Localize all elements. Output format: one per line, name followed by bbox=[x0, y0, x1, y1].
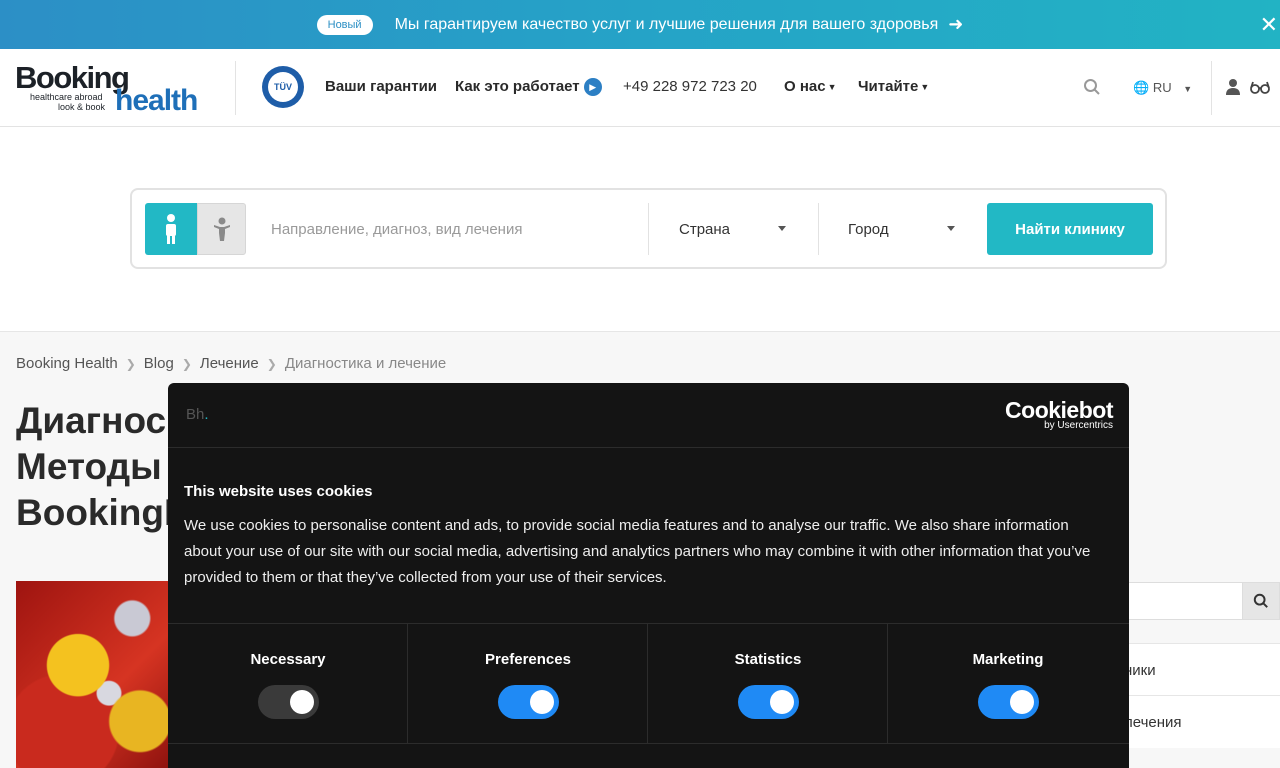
child-toggle-button[interactable] bbox=[197, 203, 246, 255]
search-divider bbox=[818, 203, 819, 255]
dialog-divider bbox=[168, 743, 1129, 744]
toggle-knob bbox=[530, 690, 554, 714]
play-icon: ▶ bbox=[583, 78, 602, 97]
globe-icon: 🌐 bbox=[1133, 80, 1150, 95]
adult-icon bbox=[166, 214, 176, 244]
preferences-toggle[interactable] bbox=[498, 685, 559, 719]
close-icon[interactable]: ✕ bbox=[1260, 12, 1278, 38]
page-title: Диагнос Методы BookingH bbox=[16, 398, 176, 536]
city-caret-icon[interactable] bbox=[947, 226, 955, 231]
chevron-right-icon: ❯ bbox=[181, 357, 192, 371]
marketing-toggle[interactable] bbox=[978, 685, 1039, 719]
statistics-toggle[interactable] bbox=[738, 685, 799, 719]
header-divider-right bbox=[1211, 61, 1212, 115]
page-title-line-1: Диагнос bbox=[16, 400, 167, 441]
logo-health-text: health bbox=[115, 84, 198, 117]
logo-tagline-1: healthcare abroad bbox=[30, 92, 103, 102]
sidebar-item-treatment[interactable]: лечения bbox=[1124, 695, 1280, 748]
city-select[interactable]: Город bbox=[848, 203, 889, 255]
header-divider bbox=[235, 61, 236, 115]
category-label: Statistics bbox=[734, 651, 802, 668]
chevron-right-icon: ❯ bbox=[266, 357, 277, 371]
logo-tagline-2: look & book bbox=[58, 102, 106, 112]
caret-down-icon: ▼ bbox=[920, 82, 930, 93]
breadcrumb-current: Диагностика и лечение bbox=[284, 355, 447, 372]
nav-read[interactable]: Читайте ▼ bbox=[858, 78, 929, 95]
arrow-right-icon[interactable]: ➜ bbox=[948, 14, 963, 35]
category-statistics: Statistics bbox=[648, 624, 888, 744]
nav-how-it-works[interactable]: Как это работает ▶ bbox=[455, 78, 602, 97]
breadcrumb: Booking Health ❯ Blog ❯ Лечение ❯ Диагностика … bbox=[16, 355, 446, 372]
adult-toggle-button[interactable] bbox=[145, 203, 197, 255]
new-badge: Новый bbox=[316, 14, 373, 35]
nav-guarantees[interactable]: Ваши гарантии bbox=[325, 78, 437, 95]
category-marketing: Marketing bbox=[888, 624, 1128, 744]
page-title-line-2: Методы bbox=[16, 446, 162, 487]
search-divider bbox=[648, 203, 649, 255]
tuv-seal-text: TÜV bbox=[268, 72, 298, 102]
search-icon bbox=[1253, 593, 1268, 608]
find-clinic-button[interactable]: Найти клинику bbox=[987, 203, 1153, 255]
category-preferences: Preferences bbox=[408, 624, 648, 744]
city-select-label: Город bbox=[848, 220, 889, 238]
diagnosis-search-input[interactable] bbox=[256, 203, 646, 255]
page-title-line-3: BookingH bbox=[16, 492, 176, 533]
country-select[interactable]: Страна bbox=[679, 203, 730, 255]
cookie-description: We use cookies to personalise content an… bbox=[184, 517, 1091, 586]
chevron-right-icon: ❯ bbox=[125, 357, 136, 371]
breadcrumb-home[interactable]: Booking Health bbox=[16, 355, 118, 372]
child-icon bbox=[213, 217, 230, 241]
breadcrumb-blog[interactable]: Blog bbox=[144, 355, 174, 372]
clinic-search-section: Страна Город Найти клинику bbox=[0, 127, 1280, 332]
glasses-icon[interactable] bbox=[1250, 80, 1270, 94]
user-icon[interactable] bbox=[1226, 78, 1240, 96]
article-image bbox=[16, 581, 171, 768]
category-label: Necessary bbox=[250, 651, 326, 668]
site-logo-dot: . bbox=[204, 406, 209, 423]
caret-down-icon: ▼ bbox=[827, 82, 837, 93]
category-necessary: Necessary bbox=[168, 624, 408, 744]
logo-booking-text: Booking bbox=[15, 60, 130, 95]
cookie-consent-dialog: Bh. Cookiebot by Usercentrics This websi… bbox=[168, 383, 1129, 768]
tuv-seal-icon[interactable]: TÜV bbox=[262, 66, 304, 108]
site-logo-text: Bh bbox=[186, 406, 205, 423]
language-code: RU bbox=[1152, 80, 1172, 95]
language-selector[interactable]: 🌐 RU ▼ bbox=[1133, 80, 1192, 96]
necessary-toggle[interactable] bbox=[258, 685, 319, 719]
category-label: Preferences bbox=[485, 651, 571, 668]
sidebar-search-button[interactable] bbox=[1242, 582, 1280, 620]
cookie-heading: This website uses cookies bbox=[184, 483, 373, 500]
toggle-knob bbox=[770, 690, 794, 714]
nav-about[interactable]: О нас ▼ bbox=[784, 78, 837, 95]
toggle-knob bbox=[1010, 690, 1034, 714]
breadcrumb-treatment[interactable]: Лечение bbox=[200, 355, 259, 372]
nav-about-label: О нас bbox=[784, 78, 826, 95]
cookiebot-logo[interactable]: Cookiebot by Usercentrics bbox=[1005, 397, 1113, 431]
nav-read-label: Читайте bbox=[858, 78, 919, 95]
promo-banner: Новый Мы гарантируем качество услуг и лу… bbox=[0, 0, 1280, 49]
clinic-search-box: Страна Город Найти клинику bbox=[130, 188, 1167, 269]
site-logo-small: Bh. bbox=[186, 406, 209, 423]
toggle-knob bbox=[290, 690, 314, 714]
category-label: Marketing bbox=[972, 651, 1044, 668]
country-select-label: Страна bbox=[679, 220, 731, 238]
nav-phone[interactable]: +49 228 972 723 20 bbox=[623, 78, 757, 95]
nav-how-it-works-label: Как это работает bbox=[455, 78, 580, 95]
promo-text[interactable]: Мы гарантируем качество услуг и лучшие р… bbox=[395, 16, 939, 34]
site-header: Booking healthcare abroad look & book he… bbox=[0, 49, 1280, 127]
booking-health-logo[interactable]: Booking healthcare abroad look & book he… bbox=[15, 60, 210, 117]
search-icon[interactable] bbox=[1083, 78, 1101, 96]
sidebar-item-clinics[interactable]: ники bbox=[1124, 643, 1280, 696]
dialog-divider bbox=[168, 447, 1129, 448]
country-caret-icon[interactable] bbox=[778, 226, 786, 231]
caret-down-icon: ▼ bbox=[1183, 83, 1193, 94]
